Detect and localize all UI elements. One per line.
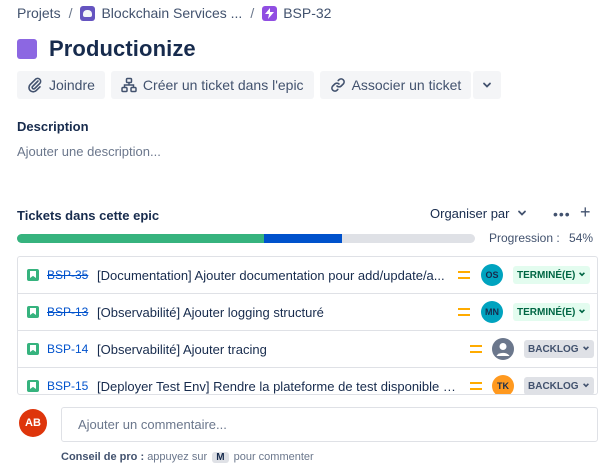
epic-lightning-icon (262, 5, 278, 21)
unassigned-avatar-icon[interactable] (492, 338, 514, 360)
issue-view: Projets / Blockchain Services ... / BSP-… (0, 0, 605, 471)
pro-tip: Conseil de pro : appuyez sur M pour comm… (61, 451, 314, 463)
attach-button[interactable]: Joindre (17, 71, 105, 99)
link-issue-label: Associer un ticket (351, 77, 462, 93)
medium-priority-icon (470, 345, 482, 353)
status-label: TERMINÉ(E) (517, 269, 576, 281)
toolbar: Joindre Créer un ticket dans l'epic Asso… (17, 71, 502, 99)
issue-summary[interactable]: [Observabilité] Ajouter tracing (97, 342, 457, 357)
page-title[interactable]: Productionize (49, 36, 196, 62)
story-icon (27, 269, 39, 281)
avatar[interactable]: OS (481, 264, 503, 286)
medium-priority-icon (458, 271, 470, 279)
link-issue-split-button: Associer un ticket (319, 71, 502, 99)
chevron-down-icon (482, 77, 492, 93)
progress-value: 54% (569, 231, 594, 245)
issue-key[interactable]: BSP-13 (47, 305, 88, 319)
more-actions-icon[interactable]: ••• (553, 206, 571, 222)
attach-label: Joindre (49, 77, 95, 93)
link-issue-button[interactable]: Associer un ticket (319, 71, 472, 99)
link-icon (330, 77, 346, 93)
status-label: BACKLOG (528, 380, 579, 392)
pro-tip-label: Conseil de pro : (61, 451, 145, 463)
issue-summary[interactable]: [Documentation] Ajouter documentation po… (97, 268, 457, 283)
issue-summary[interactable]: [Deployer Test Env] Rendre la plateforme… (97, 379, 457, 394)
child-issues-icon (121, 77, 137, 93)
description-editor[interactable]: Ajouter une description... (17, 144, 161, 159)
chevron-down-icon (578, 307, 586, 318)
progress-done-segment (17, 234, 265, 243)
project-avatar-icon (80, 5, 96, 21)
child-issues-heading: Tickets dans cette epic (17, 208, 160, 223)
status-badge[interactable]: BACKLOG (524, 340, 594, 358)
story-icon (27, 380, 39, 392)
progress-label: Progression : (489, 231, 560, 245)
pro-tip-text: appuyez sur (147, 451, 208, 463)
medium-priority-icon (470, 382, 482, 390)
progress-bar (17, 234, 475, 243)
comment-input[interactable]: Ajouter un commentaire... (61, 407, 598, 442)
breadcrumb-issue[interactable]: BSP-32 (262, 5, 331, 21)
paperclip-icon (27, 77, 43, 93)
status-label: BACKLOG (528, 343, 579, 355)
avatar[interactable]: MN (481, 301, 503, 323)
chevron-down-icon (582, 344, 590, 355)
breadcrumb-issue-key: BSP-32 (283, 5, 332, 21)
create-child-issue-button[interactable]: Créer un ticket dans l'epic (110, 71, 314, 99)
medium-priority-icon (458, 308, 470, 316)
story-icon (27, 306, 39, 318)
description-heading: Description (17, 119, 89, 134)
breadcrumb-separator: / (250, 5, 255, 21)
breadcrumb-project-label: Blockchain Services ... (101, 5, 243, 21)
organize-by-label: Organiser par (430, 206, 510, 221)
status-label: TERMINÉ(E) (517, 306, 576, 318)
epic-color-icon[interactable] (17, 39, 37, 59)
progress-in-progress-segment (264, 234, 343, 243)
link-issue-dropdown-button[interactable] (473, 71, 502, 99)
breadcrumb-separator: / (68, 5, 73, 21)
pro-tip-text: pour commenter (233, 451, 314, 463)
status-badge[interactable]: TERMINÉ(E) (513, 303, 591, 321)
story-icon (27, 343, 39, 355)
table-row[interactable]: BSP-15 [Deployer Test Env] Rendre la pla… (18, 368, 597, 394)
chevron-down-icon (578, 270, 586, 281)
table-row[interactable]: BSP-13 [Observabilité] Ajouter logging s… (18, 294, 597, 331)
issue-key[interactable]: BSP-14 (47, 342, 88, 356)
breadcrumb-project[interactable]: Blockchain Services ... (80, 5, 242, 21)
chevron-down-icon (582, 381, 590, 392)
progress-text: Progression : 54% (489, 231, 593, 245)
table-row[interactable]: BSP-14 [Observabilité] Ajouter tracing B… (18, 331, 597, 368)
status-badge[interactable]: BACKLOG (524, 377, 594, 394)
avatar[interactable]: TK (492, 375, 514, 394)
table-row[interactable]: BSP-35 [Documentation] Ajouter documenta… (18, 257, 597, 294)
breadcrumb: Projets / Blockchain Services ... / BSP-… (17, 4, 331, 22)
organize-by-dropdown[interactable]: Organiser par (430, 206, 527, 221)
avatar[interactable]: AB (19, 409, 47, 437)
issue-summary[interactable]: [Observabilité] Ajouter logging structur… (97, 305, 457, 320)
issue-key[interactable]: BSP-35 (47, 268, 88, 282)
title-row: Productionize (17, 36, 196, 62)
chevron-down-icon (517, 206, 527, 221)
keyboard-shortcut: M (212, 452, 229, 463)
issue-key[interactable]: BSP-15 (47, 379, 88, 393)
breadcrumb-projects[interactable]: Projets (17, 5, 61, 21)
add-child-icon[interactable]: + (580, 203, 591, 221)
status-badge[interactable]: TERMINÉ(E) (513, 266, 591, 284)
create-child-issue-label: Créer un ticket dans l'epic (142, 77, 304, 93)
child-issues-list: BSP-35 [Documentation] Ajouter documenta… (17, 256, 598, 395)
